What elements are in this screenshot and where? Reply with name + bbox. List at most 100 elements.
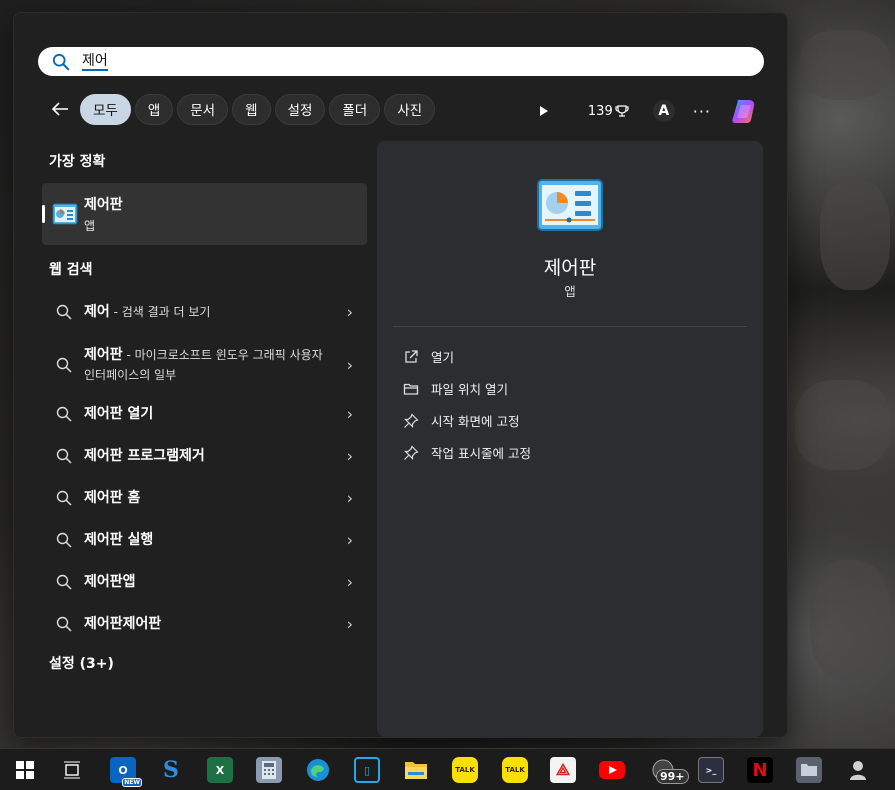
- web-search-text: 제어판 프로그램제거: [84, 446, 324, 466]
- kakaotalk-icon[interactable]: TALK: [452, 757, 478, 783]
- start-search-panel: 제어 모두 앱 문서 웹 설정 폴더 사진 139 A ··· 가장 정확 제어…: [13, 12, 788, 738]
- web-search-item[interactable]: 제어판 열기 ›: [42, 403, 367, 425]
- web-search-text: 제어판 - 마이크로소프트 윈도우 그래픽 사용자 인터페이스의 일부: [84, 345, 324, 385]
- filter-settings[interactable]: 설정: [274, 93, 326, 125]
- wallpaper-rock: [820, 180, 890, 290]
- web-search-term: 제어판 열기: [84, 406, 154, 422]
- action-pin-start-label: 시작 화면에 고정: [431, 414, 520, 429]
- web-search-item[interactable]: 제어판 홈 ›: [42, 487, 367, 509]
- folder-icon: [403, 383, 419, 395]
- device-app-icon[interactable]: ▯: [354, 757, 380, 783]
- edge-icon[interactable]: [305, 757, 331, 783]
- chevron-right-icon: ›: [346, 302, 353, 322]
- taskbar: O NEW S X ▯ TALK TALK ⟁ 99+ >_ N: [0, 748, 895, 790]
- web-search-item[interactable]: 제어판 실행 ›: [42, 529, 367, 551]
- search-icon: [56, 357, 72, 373]
- search-icon: [56, 304, 72, 320]
- chevron-right-icon: ›: [346, 404, 353, 424]
- filter-bar: 모두 앱 문서 웹 설정 폴더 사진: [46, 93, 439, 125]
- action-file-location-label: 파일 위치 열기: [431, 382, 508, 397]
- terminal-icon[interactable]: >_: [698, 757, 724, 783]
- web-search-item[interactable]: 제어판 프로그램제거 ›: [42, 445, 367, 467]
- action-open[interactable]: 열기: [403, 347, 454, 366]
- file-explorer-icon[interactable]: [403, 757, 429, 783]
- search-icon: [56, 532, 72, 548]
- divider: [393, 326, 747, 327]
- youtube-icon[interactable]: [599, 757, 625, 783]
- filter-all[interactable]: 모두: [80, 93, 131, 125]
- detail-pane: 제어판 앱 열기 파일 위치 열기 시작 화면에 고정 작업 표시줄에 고정: [377, 141, 763, 737]
- web-search-text: 제어판 열기: [84, 404, 324, 424]
- search-input[interactable]: 제어: [82, 53, 108, 71]
- netflix-icon[interactable]: N: [747, 757, 773, 783]
- web-search-description: - 검색 결과 더 보기: [109, 305, 211, 319]
- arrow-left-icon: [51, 102, 68, 116]
- web-search-term: 제어판 홈: [84, 490, 141, 506]
- web-search-item[interactable]: 제어 - 검색 결과 더 보기 ›: [42, 301, 367, 323]
- best-match-item[interactable]: 제어판 앱: [42, 183, 367, 245]
- account-avatar[interactable]: A: [652, 100, 675, 122]
- copilot-icon[interactable]: [729, 96, 759, 126]
- chevron-right-icon: ›: [346, 572, 353, 592]
- rewards-points[interactable]: 139: [588, 104, 629, 119]
- play-icon[interactable]: [539, 106, 548, 116]
- web-search-term: 제어: [84, 304, 110, 320]
- chevron-right-icon: ›: [346, 530, 353, 550]
- windows-start-icon[interactable]: [12, 757, 38, 783]
- web-search-text: 제어판 실행: [84, 530, 324, 550]
- action-open-file-location[interactable]: 파일 위치 열기: [403, 379, 508, 398]
- search-box[interactable]: 제어: [38, 47, 764, 76]
- task-view-icon[interactable]: [59, 757, 85, 783]
- calculator-icon[interactable]: [256, 757, 282, 783]
- search-icon: [56, 490, 72, 506]
- chevron-right-icon: ›: [346, 446, 353, 466]
- control-panel-icon: [52, 203, 78, 225]
- excel-icon[interactable]: X: [207, 757, 233, 783]
- notification-app-icon[interactable]: 99+: [650, 757, 689, 784]
- web-search-term: 제어판제어판: [84, 616, 162, 632]
- outlook-new-badge: NEW: [122, 778, 142, 787]
- selection-indicator: [42, 205, 45, 223]
- filter-apps[interactable]: 앱: [134, 93, 174, 125]
- web-search-item[interactable]: 제어판앱 ›: [42, 571, 367, 593]
- wallpaper-rock: [795, 380, 890, 470]
- open-external-icon: [405, 349, 418, 363]
- web-search-text: 제어판앱: [84, 572, 324, 592]
- app-s-icon[interactable]: S: [158, 757, 184, 783]
- web-search-text: 제어판제어판: [84, 614, 324, 634]
- action-pin-start[interactable]: 시작 화면에 고정: [403, 411, 519, 430]
- filter-web[interactable]: 웹: [232, 93, 271, 125]
- action-open-label: 열기: [431, 350, 455, 365]
- action-pin-taskbar[interactable]: 작업 표시줄에 고정: [403, 443, 531, 462]
- folder-app-icon[interactable]: [796, 757, 822, 783]
- filter-documents[interactable]: 문서: [177, 93, 229, 125]
- rewards-count: 139: [587, 103, 613, 119]
- best-match-heading: 가장 정확: [49, 154, 106, 170]
- wallpaper-rock: [800, 30, 890, 100]
- filter-photos[interactable]: 사진: [384, 93, 436, 125]
- search-icon: [56, 574, 72, 590]
- pdf-icon[interactable]: ⟁: [550, 757, 576, 783]
- web-search-heading: 웹 검색: [49, 262, 93, 278]
- kakaotalk-icon[interactable]: TALK: [502, 757, 528, 783]
- web-search-text: 제어 - 검색 결과 더 보기: [84, 302, 324, 322]
- web-search-term: 제어판 프로그램제거: [84, 448, 205, 464]
- web-search-item[interactable]: 제어판 - 마이크로소프트 윈도우 그래픽 사용자 인터페이스의 일부 ›: [42, 343, 367, 387]
- chevron-right-icon: ›: [346, 488, 353, 508]
- web-search-term: 제어판 실행: [84, 532, 154, 548]
- filter-folders[interactable]: 폴더: [329, 93, 381, 125]
- outlook-icon[interactable]: O NEW: [110, 757, 142, 787]
- search-toolbar: 139 A ···: [539, 96, 759, 126]
- search-icon: [56, 406, 72, 422]
- detail-title: 제어판: [543, 257, 597, 279]
- pin-icon: [404, 412, 419, 428]
- web-search-item[interactable]: 제어판제어판 ›: [42, 613, 367, 635]
- settings-section-heading[interactable]: 설정 (3+): [49, 653, 114, 673]
- more-options-button[interactable]: ···: [693, 102, 711, 121]
- user-settings-icon[interactable]: [845, 757, 871, 783]
- chevron-right-icon: ›: [346, 614, 353, 634]
- action-pin-taskbar-label: 작업 표시줄에 고정: [431, 446, 531, 461]
- web-search-term: 제어판: [84, 347, 123, 363]
- back-button[interactable]: [46, 95, 74, 123]
- best-match-type: 앱: [84, 219, 96, 233]
